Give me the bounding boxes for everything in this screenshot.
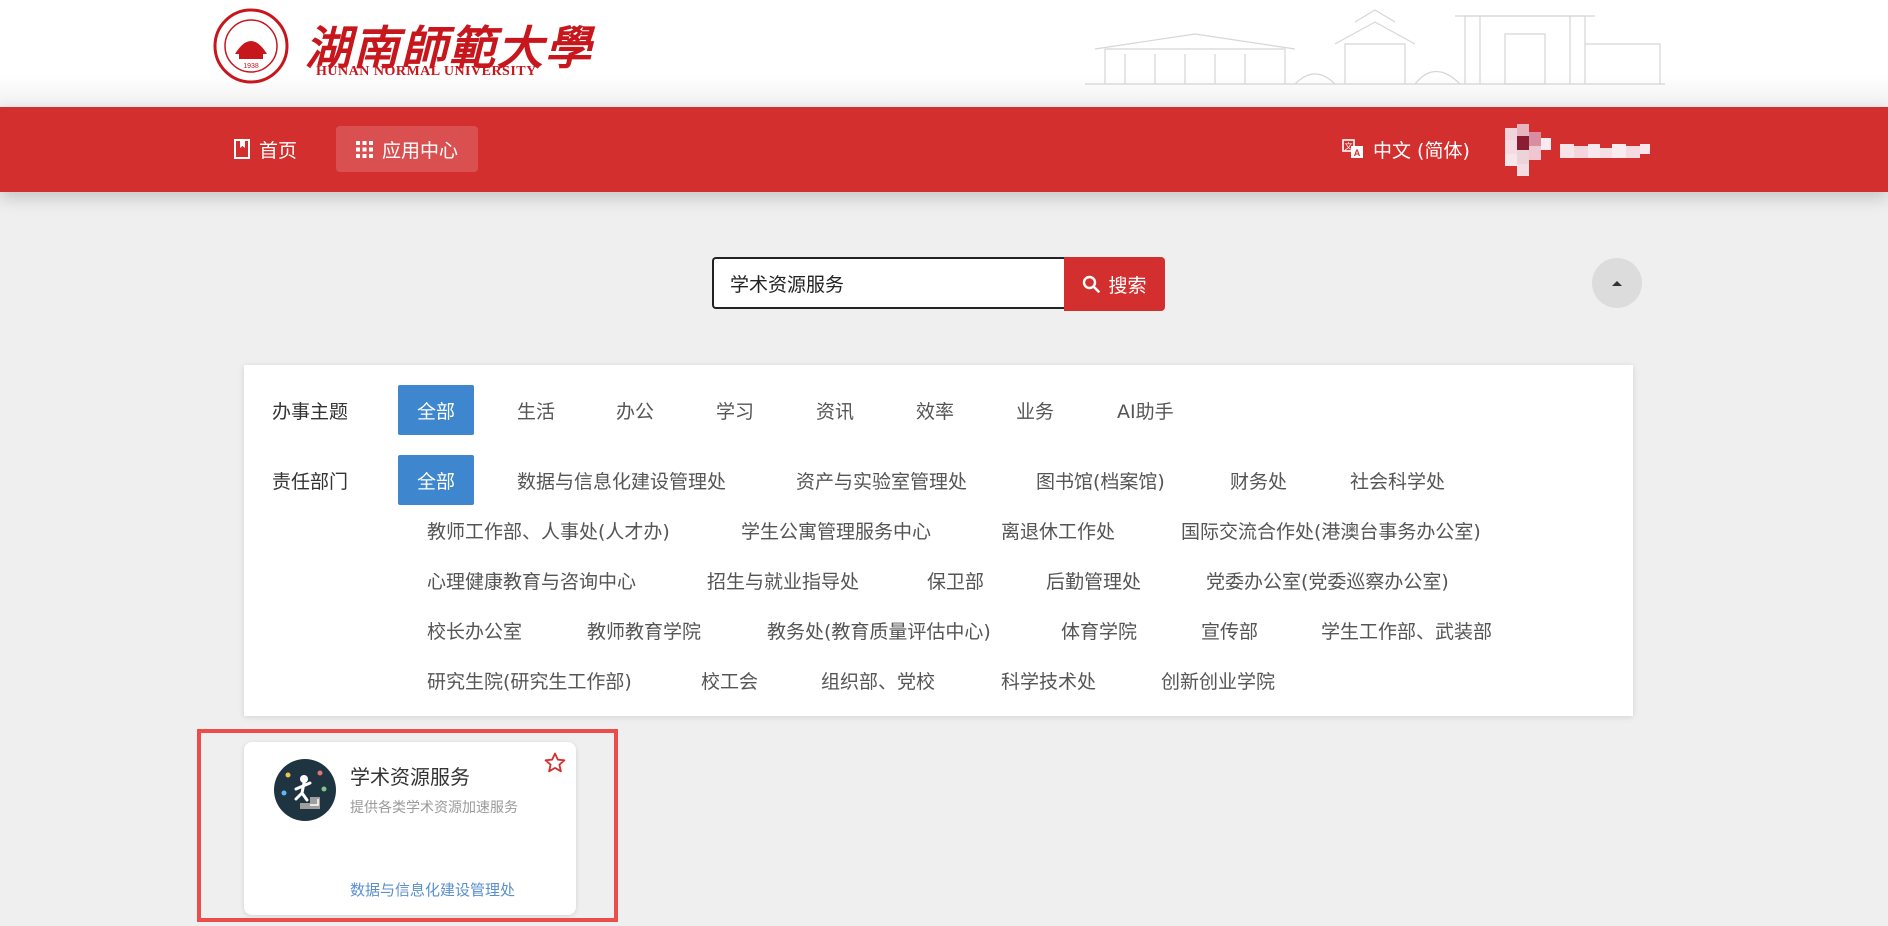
search-input[interactable]: 学术资源服务 [712,257,1064,309]
user-name-blurred [1560,144,1650,158]
annotation-highlight-box [197,729,618,922]
university-seal-icon: 1938 [213,8,289,84]
department-chip[interactable]: 图书馆(档案馆) [1036,455,1165,505]
department-chip[interactable]: 创新创业学院 [1161,655,1275,705]
department-chip[interactable]: 教务处(教育质量评估中心) [767,605,991,655]
site-header: 1938 湖南師範大學 HUNAN NORMAL UNIVERSITY [0,0,1888,107]
department-chip[interactable]: 财务处 [1230,455,1287,505]
department-chip[interactable]: 学生公寓管理服务中心 [741,505,931,555]
search-icon [1083,275,1101,293]
topic-chip[interactable]: 办公 [616,385,654,435]
department-chip[interactable]: 后勤管理处 [1046,555,1141,605]
nav-home[interactable]: 首页 [226,126,305,172]
department-chip[interactable]: 心理健康教育与咨询中心 [427,555,636,605]
nav-home-label: 首页 [259,139,298,162]
topic-chip[interactable]: 资讯 [816,385,854,435]
department-chip[interactable]: 社会科学处 [1350,455,1445,505]
language-label: 中文 (简体) [1373,139,1470,162]
department-chip[interactable]: 教师工作部、人事处(人才办) [427,505,670,555]
user-menu[interactable] [1505,124,1651,176]
language-switcher[interactable]: A 文 中文 (简体) [1336,126,1476,172]
campus-illustration-icon [1085,9,1665,85]
department-chip[interactable]: 宣传部 [1201,605,1258,655]
svg-text:A: A [1354,148,1361,158]
search-button[interactable]: 搜索 [1064,257,1165,311]
department-chip[interactable]: 招生与就业指导处 [707,555,859,605]
filter-panel: 办事主题 全部 生活 办公 学习 资讯 效率 业务 AI助手 责任部门 全部 数… [244,365,1633,716]
department-chip[interactable]: 党委办公室(党委巡察办公室) [1206,555,1449,605]
bookmark-icon [234,139,250,159]
topic-chip[interactable]: 学习 [716,385,754,435]
avatar [1505,124,1551,176]
department-chip[interactable]: 资产与实验室管理处 [796,455,967,505]
topic-chip[interactable]: 业务 [1016,385,1054,435]
translate-icon: A 文 [1342,139,1363,158]
department-chip[interactable]: 研究生院(研究生工作部) [427,655,632,705]
topic-chip[interactable]: AI助手 [1117,385,1174,435]
department-chip[interactable]: 国际交流合作处(港澳台事务办公室) [1181,505,1481,555]
department-chip[interactable]: 组织部、党校 [821,655,935,705]
topic-chip[interactable]: 生活 [517,385,555,435]
department-filter-label: 责任部门 [272,471,349,493]
nav-app-center[interactable]: 应用中心 [336,126,479,172]
university-logo[interactable]: 1938 湖南師範大學 HUNAN NORMAL UNIVERSITY [213,8,591,86]
search-input-value: 学术资源服务 [730,273,845,296]
department-chip[interactable]: 学生工作部、武装部 [1321,605,1492,655]
department-chip[interactable]: 保卫部 [927,555,984,605]
department-chip[interactable]: 离退休工作处 [1001,505,1115,555]
caret-up-icon [1612,281,1622,286]
department-chip[interactable]: 数据与信息化建设管理处 [517,455,726,505]
department-chip[interactable]: 科学技术处 [1001,655,1096,705]
nav-app-center-label: 应用中心 [382,139,459,162]
topic-chip[interactable]: 全部 [398,385,475,435]
svg-text:1938: 1938 [243,63,259,70]
department-chip[interactable]: 校长办公室 [427,605,522,655]
department-chip[interactable]: 教师教育学院 [587,605,701,655]
topic-filter-label: 办事主题 [272,401,349,423]
topic-chip[interactable]: 效率 [916,385,954,435]
logo-english-name: HUNAN NORMAL UNIVERSITY [316,64,537,79]
grid-icon [356,140,373,158]
department-chip[interactable]: 校工会 [701,655,758,705]
search-button-label: 搜索 [1108,274,1147,297]
department-chip[interactable]: 体育学院 [1061,605,1137,655]
department-chip[interactable]: 全部 [398,455,475,505]
svg-text:文: 文 [1345,141,1353,151]
collapse-filters-button[interactable] [1592,258,1642,308]
